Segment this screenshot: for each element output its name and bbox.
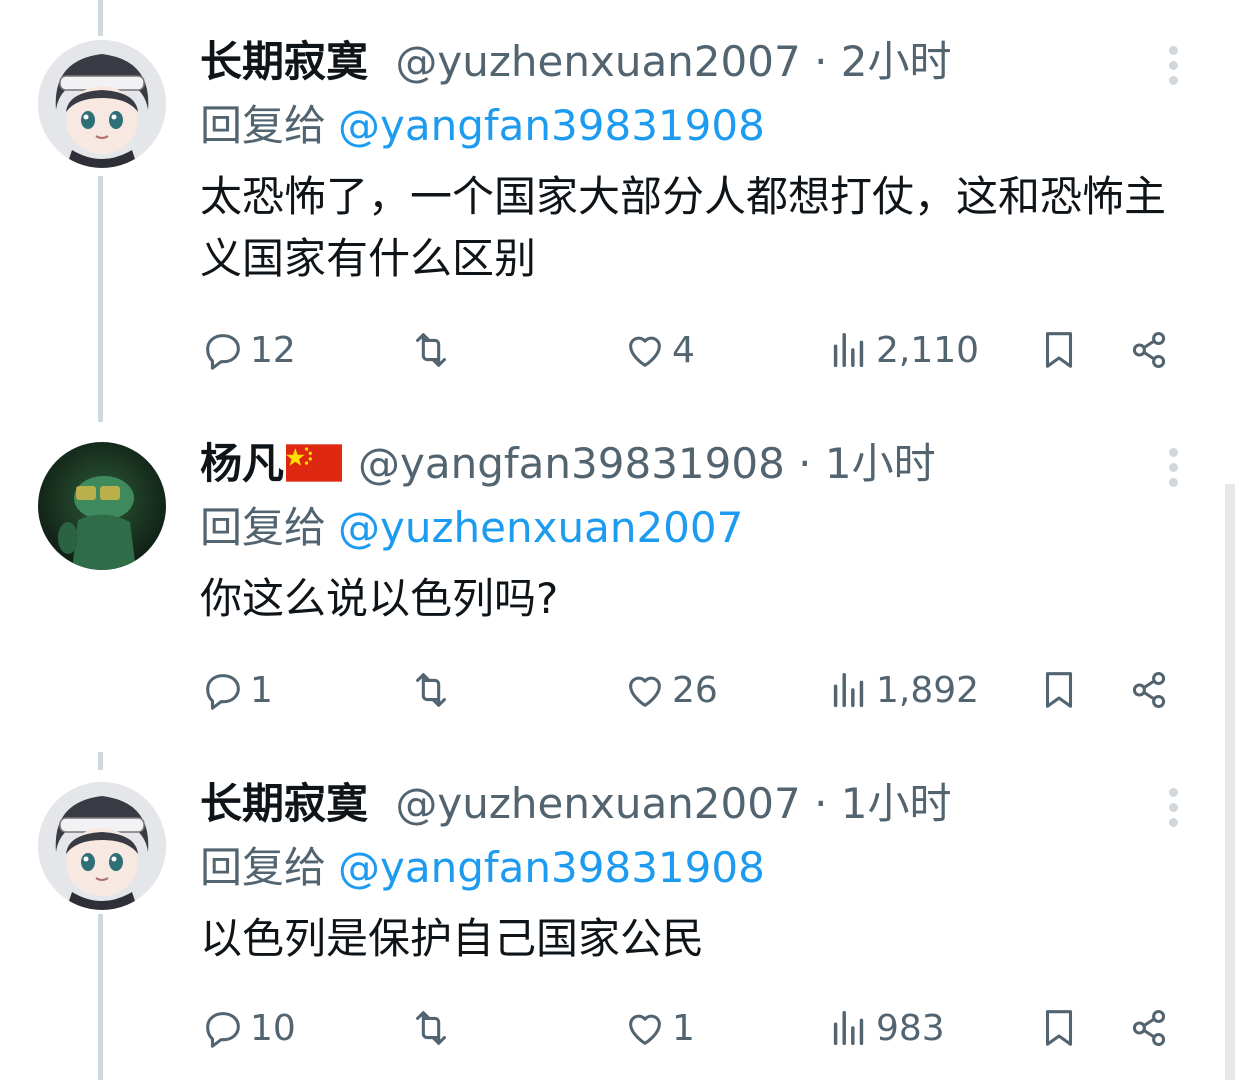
tweet-text: 你这么说以色列吗? — [200, 574, 559, 623]
reply-target-link[interactable]: @yangfan39831908 — [338, 101, 765, 150]
author-handle[interactable]: @yangfan39831908 — [358, 439, 785, 488]
bookmark-button[interactable] — [1036, 322, 1082, 378]
scrollbar[interactable] — [1225, 484, 1235, 1080]
timestamp[interactable]: 2小时 — [841, 37, 952, 86]
share-button[interactable] — [1126, 322, 1172, 378]
avatar[interactable] — [38, 442, 166, 570]
views-icon — [833, 672, 864, 708]
timestamp[interactable]: 1小时 — [841, 779, 952, 828]
views-button[interactable]: 2,110 — [826, 322, 979, 378]
avatar[interactable] — [38, 40, 166, 168]
reply-icon — [206, 1012, 240, 1048]
share-icon — [1132, 671, 1166, 709]
separator-dot: · — [814, 37, 828, 86]
reply-count: 10 — [250, 1007, 296, 1049]
author-handle[interactable]: @yuzhenxuan2007 — [395, 37, 800, 86]
reply-button[interactable]: 1 — [200, 662, 273, 718]
author-name[interactable]: 长期寂寞 — [200, 37, 368, 86]
bookmark-icon — [1045, 332, 1073, 368]
retweet-button[interactable] — [408, 662, 458, 718]
retweet-button[interactable] — [408, 1000, 458, 1056]
view-count: 2,110 — [876, 329, 980, 371]
view-count: 983 — [876, 1007, 945, 1049]
like-button[interactable]: 4 — [622, 322, 695, 378]
like-count: 4 — [672, 329, 695, 371]
more-options-icon[interactable] — [1163, 444, 1183, 492]
reply-icon — [206, 674, 240, 710]
reply-target-link[interactable]: @yangfan39831908 — [338, 843, 765, 892]
share-button[interactable] — [1126, 662, 1172, 718]
more-options-icon[interactable] — [1163, 42, 1183, 90]
tweet-header: 长期寂寞 @yuzhenxuan2007 · 2小时 — [200, 36, 952, 88]
separator-dot: · — [798, 439, 812, 488]
author-name[interactable]: 长期寂寞 — [200, 779, 368, 828]
tweet-text: 太恐怖了，一个国家大部分人都想打仗，这和恐怖主义国家有什么区别 — [200, 172, 1167, 283]
views-icon — [833, 332, 864, 368]
retweet-button[interactable] — [408, 322, 458, 378]
tweet-header: 长期寂寞 @yuzhenxuan2007 · 1小时 — [200, 778, 952, 830]
more-options-icon[interactable] — [1163, 784, 1183, 832]
views-button[interactable]: 1,892 — [826, 662, 979, 718]
reply-prefix: 回复给 — [200, 503, 327, 552]
like-button[interactable]: 26 — [622, 662, 718, 718]
timestamp[interactable]: 1小时 — [825, 439, 936, 488]
china-flag-icon — [286, 443, 343, 482]
bookmark-button[interactable] — [1036, 662, 1082, 718]
like-button[interactable]: 1 — [622, 1000, 695, 1056]
like-icon — [629, 1014, 661, 1045]
reply-button[interactable]: 12 — [200, 322, 296, 378]
author-handle[interactable]: @yuzhenxuan2007 — [395, 779, 800, 828]
views-button[interactable]: 983 — [826, 1000, 945, 1056]
like-icon — [629, 676, 661, 707]
bookmark-icon — [1045, 1010, 1073, 1046]
tweet-text: 以色列是保护自己国家公民 — [200, 914, 705, 963]
view-count: 1,892 — [876, 669, 980, 711]
bookmark-icon — [1045, 672, 1073, 708]
share-button[interactable] — [1126, 1000, 1172, 1056]
reply-context: 回复给 @yangfan39831908 — [200, 100, 765, 152]
retweet-icon — [416, 333, 446, 367]
reply-count: 1 — [250, 669, 273, 711]
avatar[interactable] — [38, 782, 166, 910]
separator-dot: · — [814, 779, 828, 828]
reply-button[interactable]: 10 — [200, 1000, 296, 1056]
like-count: 26 — [672, 669, 718, 711]
share-icon — [1132, 1009, 1166, 1047]
like-count: 1 — [672, 1007, 695, 1049]
reply-target-link[interactable]: @yuzhenxuan2007 — [338, 503, 743, 552]
reply-context: 回复给 @yangfan39831908 — [200, 842, 765, 894]
reply-prefix: 回复给 — [200, 101, 327, 150]
retweet-icon — [416, 1011, 446, 1045]
reply-count: 12 — [250, 329, 296, 371]
tweet-header: 杨凡 @yangfan39831908 · 1小时 — [200, 438, 936, 490]
like-icon — [629, 336, 661, 367]
reply-context: 回复给 @yuzhenxuan2007 — [200, 502, 743, 554]
retweet-icon — [416, 673, 446, 707]
share-icon — [1132, 331, 1166, 369]
views-icon — [833, 1010, 864, 1046]
reply-prefix: 回复给 — [200, 843, 327, 892]
tweet[interactable]: 长期寂寞 @yuzhenxuan2007 · 2小时 回复给 @yangfan39… — [0, 0, 1235, 340]
reply-icon — [206, 334, 240, 370]
bookmark-button[interactable] — [1036, 1000, 1082, 1056]
author-name[interactable]: 杨凡 — [200, 439, 284, 488]
